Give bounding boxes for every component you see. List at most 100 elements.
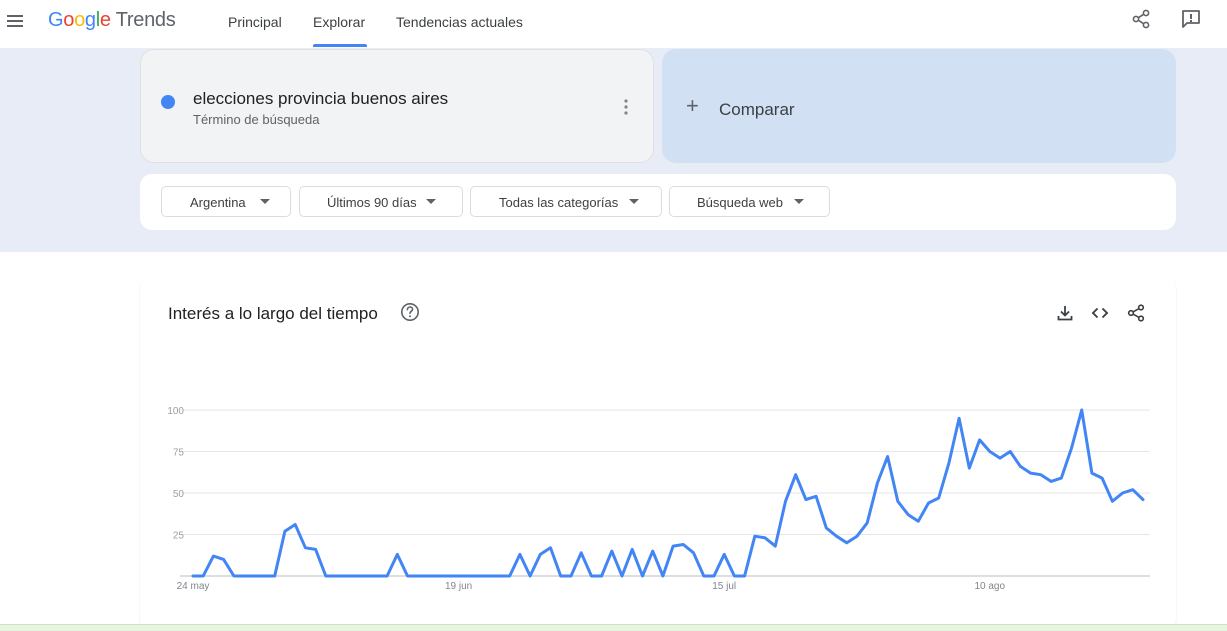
data-point[interactable] xyxy=(649,547,657,555)
data-point[interactable] xyxy=(812,492,820,500)
tab-principal[interactable]: Principal xyxy=(228,14,282,30)
data-point[interactable] xyxy=(976,436,984,444)
data-point[interactable] xyxy=(730,572,738,580)
data-point[interactable] xyxy=(986,448,994,456)
data-point[interactable] xyxy=(1037,471,1045,479)
data-point[interactable] xyxy=(822,524,830,532)
time-range-dropdown[interactable]: Últimos 90 días xyxy=(299,186,463,217)
data-point[interactable] xyxy=(312,545,320,553)
feedback-icon[interactable] xyxy=(1180,8,1202,30)
tab-tendencias-actuales[interactable]: Tendencias actuales xyxy=(396,14,523,30)
more-vert-icon[interactable] xyxy=(624,98,628,116)
data-point[interactable] xyxy=(261,572,269,580)
data-point[interactable] xyxy=(414,572,422,580)
data-point[interactable] xyxy=(771,542,779,550)
data-point[interactable] xyxy=(424,572,432,580)
data-point[interactable] xyxy=(199,572,207,580)
data-point[interactable] xyxy=(322,572,330,580)
data-point[interactable] xyxy=(945,459,953,467)
data-point[interactable] xyxy=(782,497,790,505)
data-point[interactable] xyxy=(761,534,769,542)
data-point[interactable] xyxy=(1129,486,1137,494)
data-point[interactable] xyxy=(914,517,922,525)
hamburger-menu-icon[interactable] xyxy=(4,10,26,32)
data-point[interactable] xyxy=(598,572,606,580)
data-point[interactable] xyxy=(230,572,238,580)
data-point[interactable] xyxy=(1108,497,1116,505)
search-term-card[interactable]: elecciones provincia buenos aires Términ… xyxy=(140,49,654,163)
data-point[interactable] xyxy=(587,572,595,580)
data-point[interactable] xyxy=(1047,477,1055,485)
data-point[interactable] xyxy=(741,572,749,580)
data-point[interactable] xyxy=(904,511,912,519)
tab-explorar[interactable]: Explorar xyxy=(313,14,365,30)
data-point[interactable] xyxy=(802,496,810,504)
data-point[interactable] xyxy=(700,572,708,580)
data-point[interactable] xyxy=(383,572,391,580)
data-point[interactable] xyxy=(925,499,933,507)
data-point[interactable] xyxy=(475,572,483,580)
data-point[interactable] xyxy=(332,572,340,580)
data-point[interactable] xyxy=(669,542,677,550)
data-point[interactable] xyxy=(220,555,228,563)
data-point[interactable] xyxy=(557,572,565,580)
data-point[interactable] xyxy=(1068,444,1076,452)
data-point[interactable] xyxy=(1119,489,1127,497)
data-point[interactable] xyxy=(567,572,575,580)
data-point[interactable] xyxy=(404,572,412,580)
data-point[interactable] xyxy=(1078,406,1086,414)
data-point[interactable] xyxy=(679,541,687,549)
data-point[interactable] xyxy=(526,572,534,580)
data-point[interactable] xyxy=(690,549,698,557)
data-point[interactable] xyxy=(250,572,258,580)
data-point[interactable] xyxy=(1139,496,1147,504)
data-point[interactable] xyxy=(1098,474,1106,482)
data-point[interactable] xyxy=(751,532,759,540)
compare-card[interactable]: + Comparar xyxy=(662,49,1176,163)
data-point[interactable] xyxy=(1016,462,1024,470)
data-point[interactable] xyxy=(843,539,851,547)
data-point[interactable] xyxy=(1006,448,1014,456)
data-point[interactable] xyxy=(209,552,217,560)
data-point[interactable] xyxy=(1088,469,1096,477)
data-point[interactable] xyxy=(281,527,289,535)
data-point[interactable] xyxy=(496,572,504,580)
data-point[interactable] xyxy=(536,550,544,558)
data-point[interactable] xyxy=(935,494,943,502)
data-point[interactable] xyxy=(833,532,841,540)
data-point[interactable] xyxy=(618,572,626,580)
data-point[interactable] xyxy=(659,572,667,580)
data-point[interactable] xyxy=(291,521,299,529)
data-point[interactable] xyxy=(189,572,197,580)
data-point[interactable] xyxy=(965,464,973,472)
data-point[interactable] xyxy=(352,572,360,580)
data-point[interactable] xyxy=(1057,474,1065,482)
data-point[interactable] xyxy=(434,572,442,580)
data-point[interactable] xyxy=(506,572,514,580)
data-point[interactable] xyxy=(373,572,381,580)
data-point[interactable] xyxy=(884,453,892,461)
data-point[interactable] xyxy=(240,572,248,580)
data-point[interactable] xyxy=(608,547,616,555)
data-point[interactable] xyxy=(516,550,524,558)
search-term-text[interactable]: elecciones provincia buenos aires xyxy=(193,89,448,109)
data-point[interactable] xyxy=(301,544,309,552)
data-point[interactable] xyxy=(628,545,636,553)
data-point[interactable] xyxy=(485,572,493,580)
data-point[interactable] xyxy=(863,519,871,527)
data-point[interactable] xyxy=(363,572,371,580)
data-point[interactable] xyxy=(577,549,585,557)
data-point[interactable] xyxy=(342,572,350,580)
data-point[interactable] xyxy=(547,544,555,552)
data-point[interactable] xyxy=(639,572,647,580)
data-point[interactable] xyxy=(720,550,728,558)
data-point[interactable] xyxy=(393,550,401,558)
data-point[interactable] xyxy=(873,479,881,487)
interest-line-chart[interactable]: 100 75 50 25 24 may 19 jun 15 jul 10 ago xyxy=(140,274,1176,631)
search-type-dropdown[interactable]: Búsqueda web xyxy=(669,186,830,217)
data-point[interactable] xyxy=(894,497,902,505)
data-point[interactable] xyxy=(853,532,861,540)
google-trends-logo[interactable]: Google Trends xyxy=(48,9,176,32)
data-point[interactable] xyxy=(465,572,473,580)
share-icon[interactable] xyxy=(1130,8,1152,30)
